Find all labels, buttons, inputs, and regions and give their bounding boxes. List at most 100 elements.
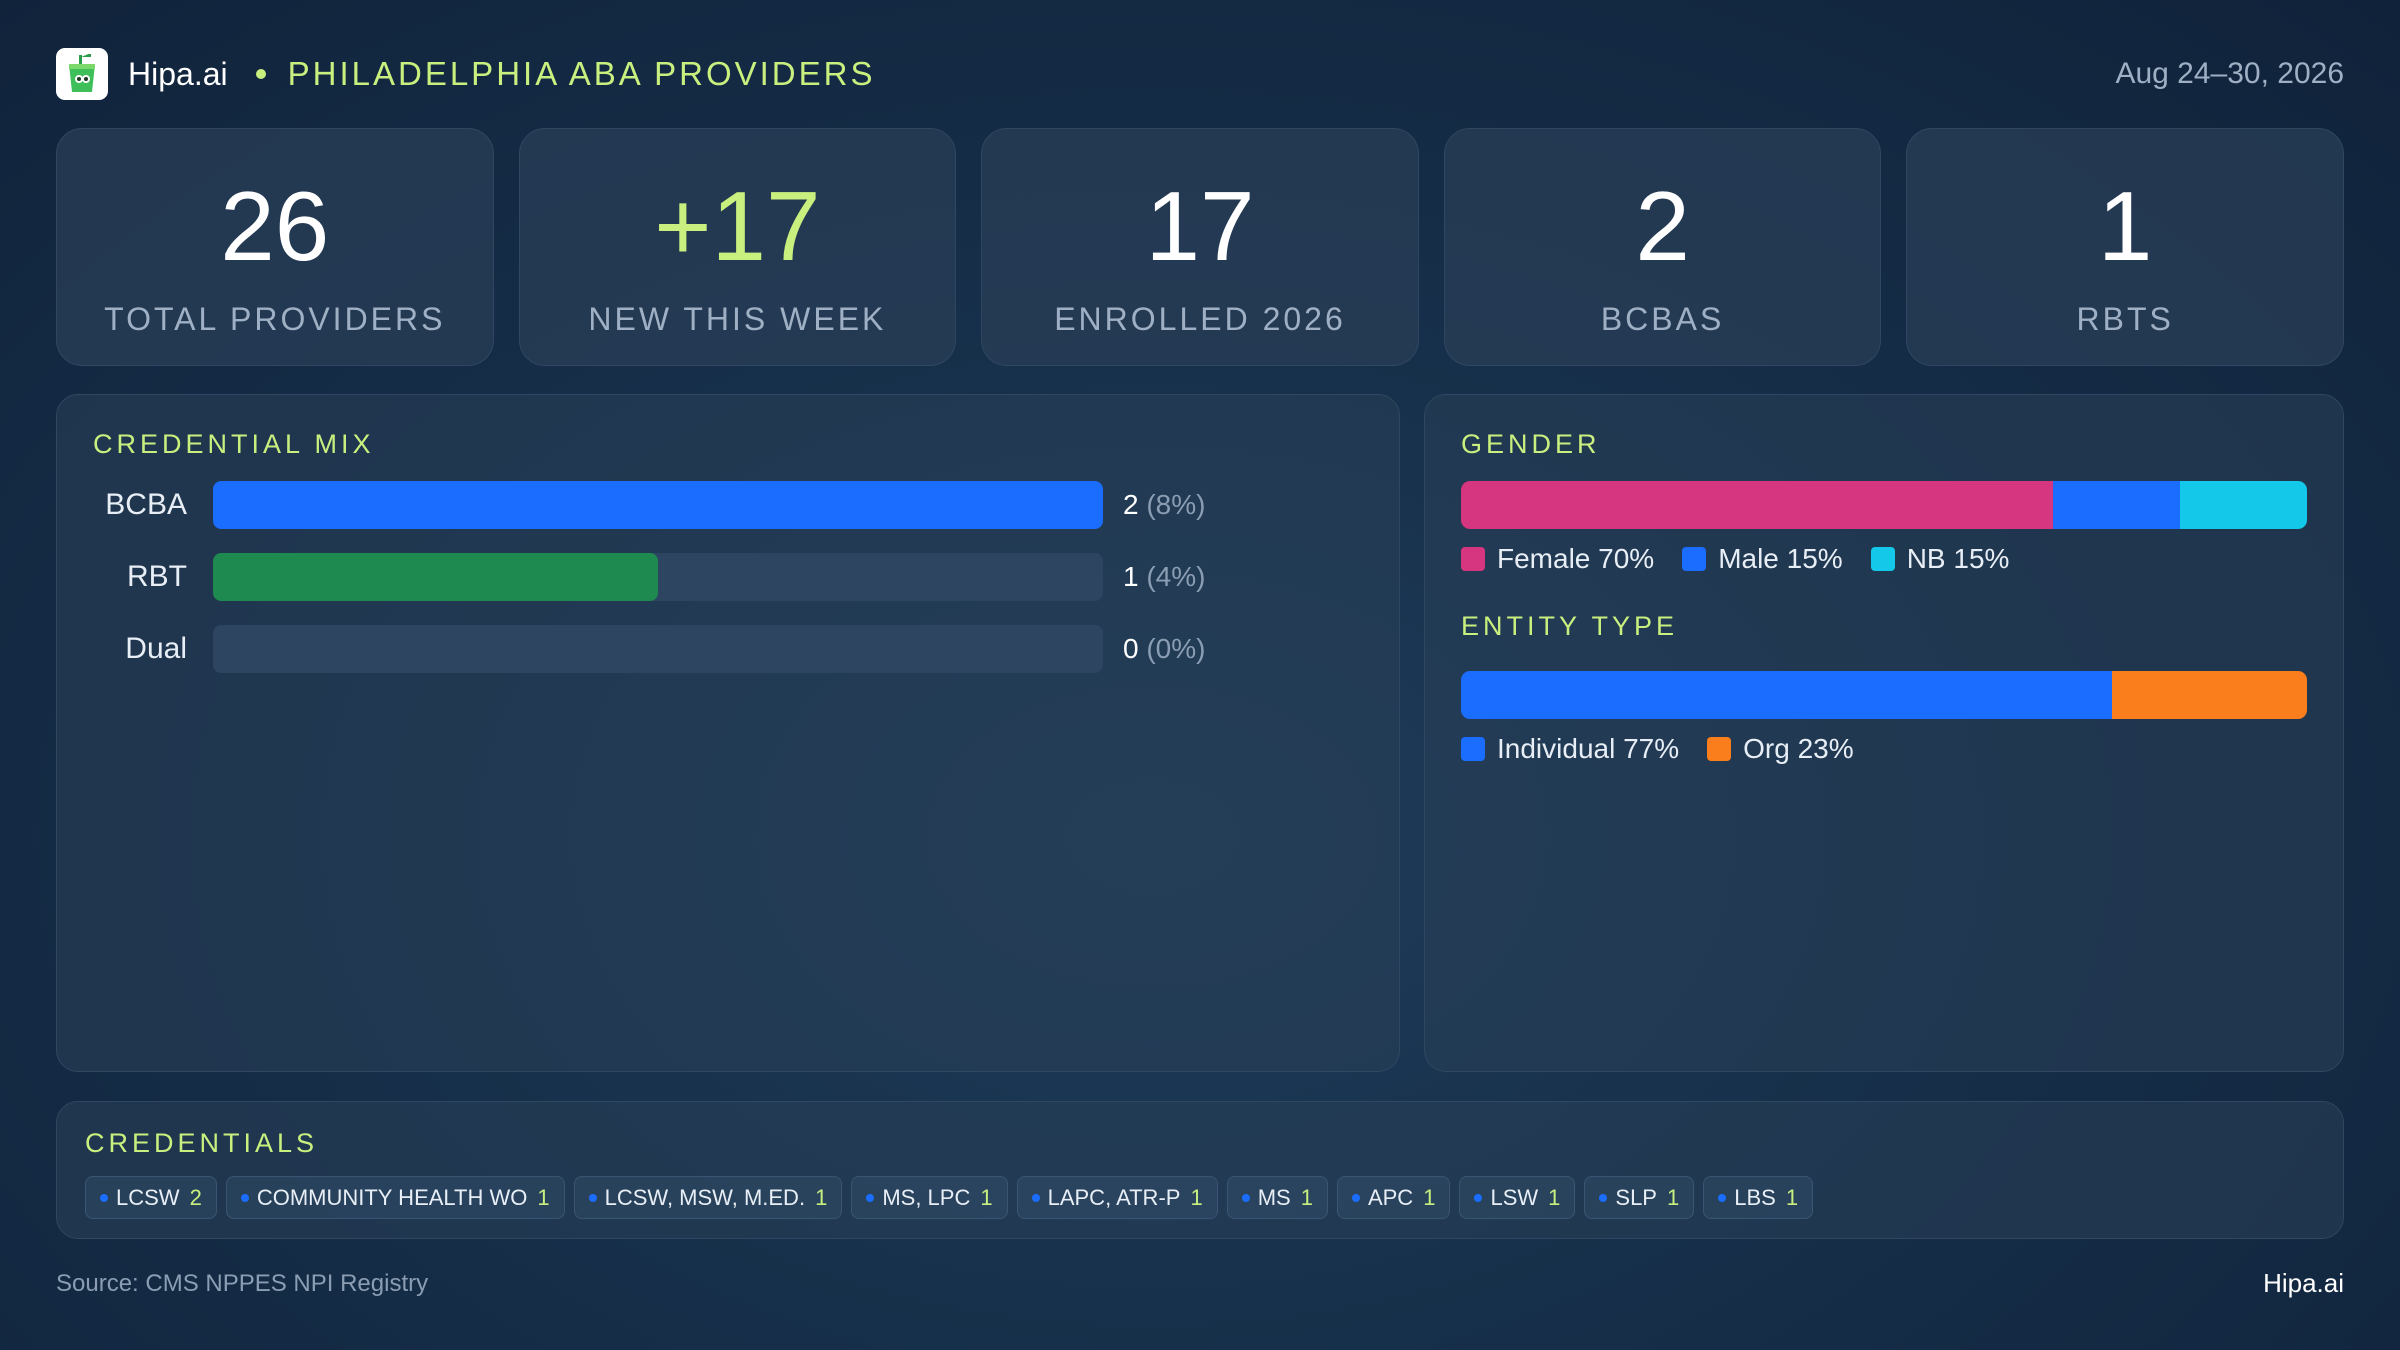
chip-label: SLP [1615, 1184, 1657, 1210]
kpi-row: 26 TOTAL PROVIDERS +17 NEW THIS WEEK 17 … [56, 128, 2344, 366]
kpi-card-enrolled: 17 ENROLLED 2026 [981, 128, 1419, 366]
stack-segment [2053, 481, 2181, 529]
legend-label: NB 15% [1906, 543, 2010, 574]
bar-track [213, 553, 1103, 601]
chip-count: 1 [1548, 1184, 1561, 1210]
kpi-value: +17 [654, 171, 821, 281]
bar-pct: (4%) [1146, 561, 1206, 592]
bar-value: 1 (4%) [1123, 553, 1205, 601]
kpi-card-new-this-week: +17 NEW THIS WEEK [518, 128, 957, 366]
bar-fill [213, 481, 1103, 529]
stack-segment [2180, 481, 2307, 529]
bar-count: 2 [1123, 489, 1139, 520]
bar-label: RBT [127, 560, 187, 593]
gender-legend: Female 70% Male 15% NB 15% [1461, 543, 2037, 575]
chip-dot-icon [866, 1193, 875, 1202]
legend-item: Org 23% [1707, 733, 1854, 765]
chip-label: MS, LPC [882, 1184, 971, 1210]
brand-name: Hipa.ai [128, 55, 228, 92]
stack-segment [2112, 671, 2307, 719]
chip-count: 1 [815, 1184, 828, 1210]
chip-count: 1 [1300, 1184, 1313, 1210]
kpi-label: NEW THIS WEEK [588, 301, 887, 337]
chip-label: LAPC, ATR-P [1047, 1184, 1181, 1210]
chip-count: 1 [1190, 1184, 1203, 1210]
credentials-title: CREDENTIALS [85, 1128, 319, 1158]
legend-swatch [1461, 737, 1485, 761]
chip-dot-icon [1474, 1193, 1483, 1202]
bar-count: 0 [1123, 633, 1139, 664]
gender-stacked-bar [1461, 481, 2307, 529]
kpi-value: 17 [1145, 171, 1255, 281]
header: Hipa.ai PHILADELPHIA ABA PROVIDERS Aug 2… [56, 48, 2344, 100]
legend-swatch [1870, 547, 1895, 571]
credential-chip: MS 1 [1226, 1176, 1328, 1219]
bar-count: 1 [1123, 561, 1139, 592]
chip-dot-icon [1241, 1193, 1250, 1202]
legend-label: Individual 77% [1497, 733, 1680, 764]
kpi-card-rbts: 1 RBTS [1906, 128, 2344, 366]
bar-label: BCBA [105, 488, 187, 521]
chip-dot-icon [100, 1193, 108, 1202]
kpi-card-bcbas: 2 BCBAS [1443, 128, 1882, 366]
date-range: Aug 24–30, 2026 [2115, 57, 2344, 90]
chip-label: APC [1367, 1184, 1414, 1210]
chip-dot-icon [240, 1193, 249, 1202]
chip-label: LBS [1734, 1184, 1776, 1210]
chip-count: 2 [189, 1184, 202, 1210]
separator-dot [255, 69, 266, 79]
gender-title: GENDER [1461, 429, 1601, 459]
credential-chip: LBS 1 [1703, 1176, 1814, 1219]
credential-chip: MS, LPC 1 [851, 1176, 1008, 1219]
credential-chip: SLP 1 [1584, 1176, 1695, 1219]
chip-label: LSW [1490, 1184, 1539, 1210]
credential-chip: LCSW 2 [85, 1176, 217, 1219]
chip-label: LCSW [116, 1184, 180, 1210]
credentials-panel: CREDENTIALS LCSW 2 COMMUNITY HEALTH WO 1 LCS… [56, 1101, 2344, 1239]
bar-track [213, 481, 1103, 529]
chip-count: 1 [1423, 1184, 1436, 1210]
bar-pct: (8%) [1146, 489, 1206, 520]
kpi-card-total-providers: 26 TOTAL PROVIDERS [56, 128, 494, 366]
bar-track [213, 625, 1103, 673]
entity-type-stacked-bar [1461, 671, 2307, 719]
legend-label: Male 15% [1718, 543, 1843, 574]
legend-swatch [1707, 737, 1732, 761]
credential-mix-panel: CREDENTIAL MIX BCBA 2 (8%) RBT 1 (4%) Du… [56, 394, 1400, 1072]
chip-dot-icon [1351, 1193, 1360, 1202]
kpi-value: 1 [2097, 171, 2153, 281]
legend-label: Org 23% [1743, 733, 1854, 764]
kpi-label: RBTS [2076, 301, 2174, 337]
stack-segment [1461, 481, 2054, 529]
bar-pct: (0%) [1146, 633, 1206, 664]
credential-chips: LCSW 2 COMMUNITY HEALTH WO 1 LCSW, MSW, M.ED… [85, 1176, 1814, 1219]
legend-swatch [1461, 547, 1485, 571]
chip-label: MS [1257, 1184, 1291, 1210]
legend-item: Female 70% [1461, 543, 1654, 575]
chip-dot-icon [1599, 1193, 1608, 1202]
legend-swatch [1682, 547, 1707, 571]
legend-label: Female 70% [1497, 543, 1655, 574]
bar-row-bcba: BCBA 2 (8%) [57, 481, 1357, 529]
kpi-label: TOTAL PROVIDERS [104, 301, 446, 337]
footer-brand: Hipa.ai [2263, 1268, 2344, 1298]
hipa-logo-icon [56, 48, 108, 100]
legend-item: Individual 77% [1461, 733, 1679, 765]
kpi-value: 26 [220, 171, 330, 281]
chip-label: COMMUNITY HEALTH WO [256, 1184, 528, 1210]
credential-chip: LCSW, MSW, M.ED. 1 [573, 1176, 843, 1219]
page-subtitle: PHILADELPHIA ABA PROVIDERS [287, 55, 876, 92]
credential-chip: APC 1 [1336, 1176, 1451, 1219]
panel-title: CREDENTIAL MIX [93, 429, 375, 459]
legend-item: Male 15% [1682, 543, 1843, 575]
chip-dot-icon [1718, 1193, 1727, 1202]
chip-dot-icon [588, 1193, 597, 1202]
stack-segment [1461, 671, 2113, 719]
legend-item: NB 15% [1870, 543, 2010, 575]
chip-count: 1 [1785, 1184, 1799, 1210]
credential-chip: LSW 1 [1459, 1176, 1576, 1219]
entity-type-legend: Individual 77% Org 23% [1461, 733, 1882, 765]
bar-value: 0 (0%) [1123, 625, 1205, 673]
chip-count: 1 [1666, 1184, 1680, 1210]
bar-label: Dual [125, 632, 187, 665]
